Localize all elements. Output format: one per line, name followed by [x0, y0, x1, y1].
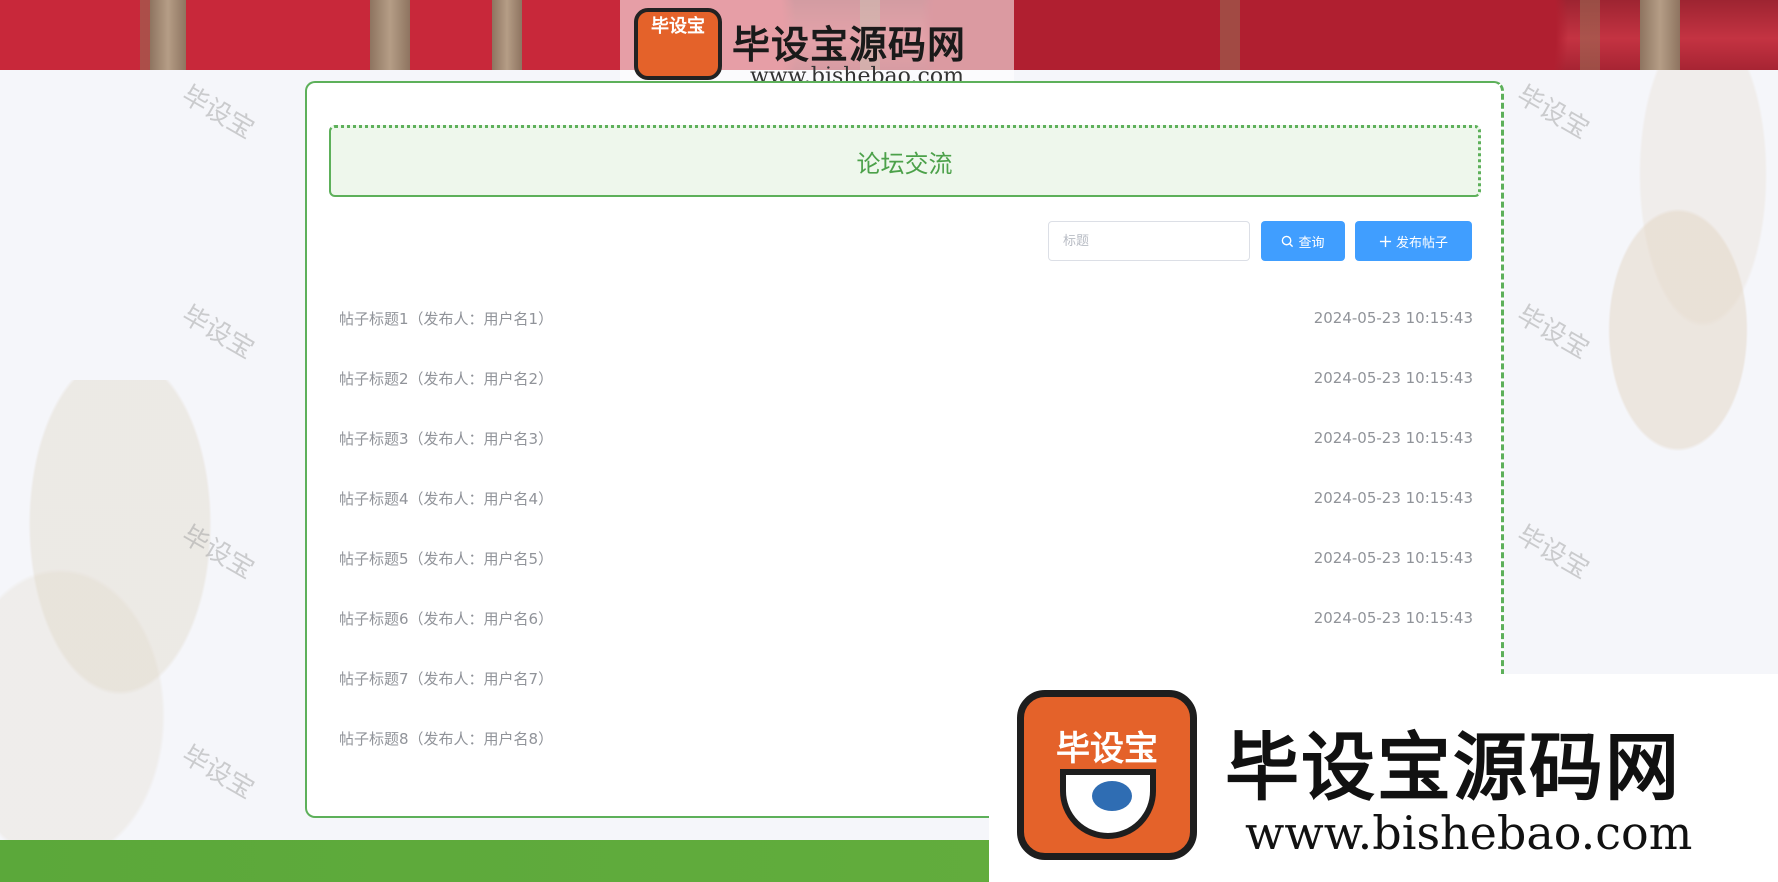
new-post-button-label: 发布帖子 [1395, 235, 1448, 251]
post-time: 2024-05-23 10:15:43 [1313, 609, 1473, 627]
post-title[interactable]: 帖子标题3（发布人：用户名3） [339, 428, 553, 449]
post-title[interactable]: 帖子标题6（发布人：用户名6） [339, 608, 553, 629]
post-time: 2024-05-23 10:15:43 [1313, 429, 1473, 447]
lotus-decoration-right [1528, 70, 1778, 590]
page-title: 论坛交流 [856, 150, 953, 178]
watermark: 毕设宝 [176, 300, 260, 366]
post-item[interactable]: 帖子标题2（发布人：用户名2） 2024-05-23 10:15:43 [339, 348, 1473, 408]
brand-badge-text: 毕设宝 [1056, 729, 1158, 769]
post-item[interactable]: 帖子标题6（发布人：用户名6） 2024-05-23 10:15:43 [339, 588, 1473, 648]
brand-watermark-block: 毕设宝 毕设宝源码网 www.bishebao.com [989, 674, 1778, 882]
search-icon [1282, 235, 1294, 247]
brand-name: 毕设宝源码网 [1225, 725, 1681, 811]
brand-url: www.bishebao.com [1245, 806, 1693, 860]
watermark: 毕设宝 [176, 80, 260, 146]
page: 毕设宝 毕设宝源码网 www.bishebao.com 毕设宝 毕设宝 毕设宝 … [0, 0, 1778, 882]
post-title[interactable]: 帖子标题4（发布人：用户名4） [339, 488, 553, 509]
new-post-button[interactable]: 发布帖子 [1355, 221, 1472, 261]
lotus-decoration-left [0, 380, 300, 860]
post-time: 2024-05-23 10:15:43 [1313, 309, 1473, 327]
post-time: 2024-05-23 10:15:43 [1313, 549, 1473, 567]
post-item[interactable]: 帖子标题5（发布人：用户名5） 2024-05-23 10:15:43 [339, 528, 1473, 588]
post-title[interactable]: 帖子标题1（发布人：用户名1） [339, 308, 553, 329]
logo-site-name: 毕设宝源码网 [732, 23, 967, 67]
post-title[interactable]: 帖子标题8（发布人：用户名8） [339, 728, 553, 749]
page-title-box: 论坛交流 [329, 125, 1481, 197]
post-title[interactable]: 帖子标题5（发布人：用户名5） [339, 548, 553, 569]
post-title[interactable]: 帖子标题7（发布人：用户名7） [339, 668, 553, 689]
search-button[interactable]: 查询 [1261, 221, 1345, 261]
post-item[interactable]: 帖子标题3（发布人：用户名3） 2024-05-23 10:15:43 [339, 408, 1473, 468]
post-item[interactable]: 帖子标题4（发布人：用户名4） 2024-05-23 10:15:43 [339, 468, 1473, 528]
search-button-label: 查询 [1298, 235, 1325, 251]
brand-logo-icon: 毕设宝 [1017, 690, 1197, 860]
post-time: 2024-05-23 10:15:43 [1313, 489, 1473, 507]
plus-icon [1379, 235, 1392, 247]
post-title[interactable]: 帖子标题2（发布人：用户名2） [339, 368, 553, 389]
title-search-input[interactable] [1048, 221, 1250, 261]
logo-badge: 毕设宝 [634, 8, 722, 80]
post-item[interactable]: 帖子标题1（发布人：用户名1） 2024-05-23 10:15:43 [339, 288, 1473, 348]
top-logo: 毕设宝 毕设宝源码网 www.bishebao.com [620, 0, 1014, 89]
post-time: 2024-05-23 10:15:43 [1313, 369, 1473, 387]
